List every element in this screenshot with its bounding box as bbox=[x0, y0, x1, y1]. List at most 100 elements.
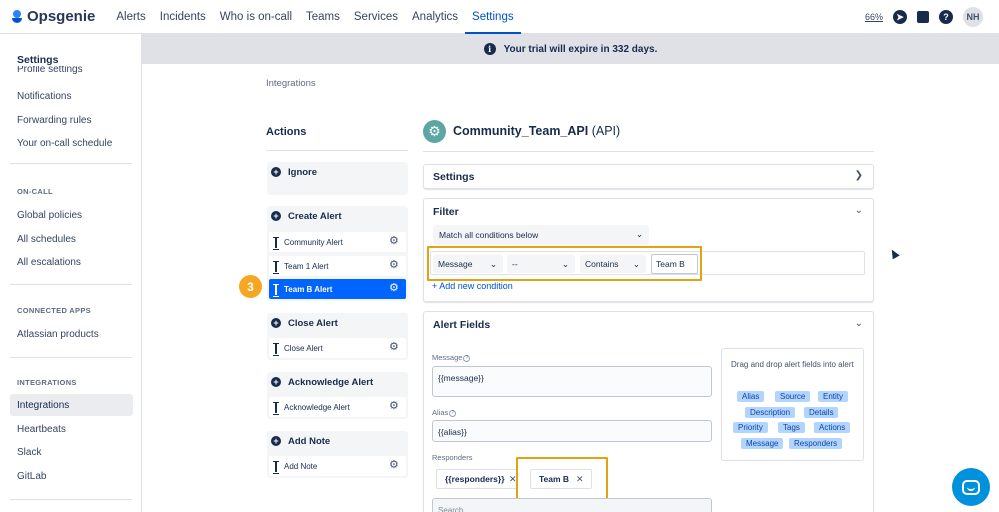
drag-handle-icon[interactable] bbox=[273, 283, 279, 297]
responders-search-input[interactable]: Search... bbox=[432, 498, 712, 512]
sidebar-item-gitlab[interactable]: GitLab bbox=[17, 471, 46, 482]
sidebar-item-slack[interactable]: Slack bbox=[17, 447, 41, 458]
sidebar-divider bbox=[10, 163, 132, 164]
nav-incidents[interactable]: Incidents bbox=[153, 0, 213, 34]
action-item-add-note[interactable]: Add Note ⚙ bbox=[269, 456, 406, 476]
breadcrumb[interactable]: Integrations bbox=[266, 78, 316, 89]
drag-handle-icon[interactable] bbox=[273, 401, 279, 415]
action-item-community-alert[interactable]: Community Alert ⚙ bbox=[269, 232, 406, 252]
nav-right-tools: 66% ➤ ? NH bbox=[865, 0, 983, 34]
gear-icon[interactable]: ⚙ bbox=[389, 401, 400, 412]
help-icon[interactable]: ? bbox=[463, 354, 471, 362]
sidebar-item-on-call-schedule[interactable]: Your on-call schedule bbox=[17, 138, 112, 149]
sidebar-item-integrations[interactable]: Integrations bbox=[17, 400, 69, 411]
mouse-cursor-icon bbox=[888, 247, 900, 260]
filter-card-title: Filter bbox=[433, 206, 459, 218]
sidebar-item-all-escalations[interactable]: All escalations bbox=[17, 257, 81, 268]
responder-tag-responders[interactable]: {{responders}} ✕ bbox=[436, 469, 518, 489]
field-pill-alias[interactable]: Alias bbox=[737, 391, 765, 402]
sidebar-item-global-policies[interactable]: Global policies bbox=[17, 210, 82, 221]
field-pill-responders[interactable]: Responders bbox=[789, 438, 843, 449]
alias-field[interactable]: {{alias}} bbox=[432, 420, 712, 442]
field-pill-actions[interactable]: Actions bbox=[814, 422, 851, 433]
drag-handle-icon[interactable] bbox=[273, 342, 279, 356]
gear-icon[interactable]: ⚙ bbox=[389, 342, 400, 353]
field-pill-entity[interactable]: Entity bbox=[818, 391, 849, 402]
match-conditions-value: Match all conditions below bbox=[439, 230, 539, 240]
nav-alerts[interactable]: Alerts bbox=[109, 0, 152, 34]
field-pill-priority[interactable]: Priority bbox=[733, 422, 768, 433]
drag-drop-fields-panel: Drag and drop alert fields into alert Al… bbox=[721, 348, 864, 461]
action-item-label: Team 1 Alert bbox=[284, 261, 329, 271]
chevron-right-icon[interactable]: ❯ bbox=[855, 170, 863, 181]
add-action-icon[interactable]: + bbox=[271, 318, 281, 328]
gear-icon[interactable]: ⚙ bbox=[389, 283, 400, 294]
add-new-condition-link[interactable]: + Add new condition bbox=[432, 281, 513, 291]
sidebar-item-forwarding-rules[interactable]: Forwarding rules bbox=[17, 115, 91, 126]
chevron-down-icon[interactable]: ⌄ bbox=[855, 205, 863, 216]
action-group-label: Close Alert bbox=[288, 317, 338, 329]
action-item-close-alert[interactable]: Close Alert ⚙ bbox=[269, 338, 406, 358]
action-group-header[interactable]: + Create Alert bbox=[267, 206, 408, 226]
trial-banner-text: Your trial will expire in 332 days. bbox=[503, 43, 658, 55]
sidebar-item-notifications[interactable]: Notifications bbox=[17, 91, 71, 102]
gear-icon[interactable]: ⚙ bbox=[389, 460, 400, 471]
help-icon[interactable]: ? bbox=[449, 409, 457, 417]
compass-icon[interactable]: ➤ bbox=[893, 10, 907, 24]
action-group-ignore: + Ignore bbox=[267, 162, 408, 195]
drag-handle-icon[interactable] bbox=[273, 236, 279, 250]
action-item-acknowledge-alert[interactable]: Acknowledge Alert ⚙ bbox=[269, 397, 406, 417]
integration-title: Community_Team_API (API) bbox=[453, 124, 620, 138]
field-pill-source[interactable]: Source bbox=[775, 391, 811, 402]
book-icon[interactable] bbox=[917, 11, 929, 23]
sidebar-item-all-schedules[interactable]: All schedules bbox=[17, 234, 76, 245]
sidebar-title: Settings bbox=[17, 54, 59, 66]
add-action-icon[interactable]: + bbox=[271, 167, 281, 177]
opsgenie-logo[interactable]: Opsgenie bbox=[12, 8, 95, 25]
gear-icon[interactable]: ⚙ bbox=[389, 236, 400, 247]
field-pill-tags[interactable]: Tags bbox=[778, 422, 805, 433]
match-conditions-select[interactable]: Match all conditions below ⌄ bbox=[433, 225, 649, 245]
actions-divider bbox=[266, 150, 408, 151]
sidebar-item-heartbeats[interactable]: Heartbeats bbox=[17, 424, 66, 435]
nav-who-is-on-call[interactable]: Who is on-call bbox=[213, 0, 299, 34]
trial-banner: i Your trial will expire in 332 days. bbox=[142, 34, 999, 64]
sidebar-divider bbox=[10, 284, 132, 285]
actions-title: Actions bbox=[266, 126, 307, 138]
field-pill-description[interactable]: Description bbox=[745, 407, 796, 418]
alias-field-label: Alias? bbox=[432, 408, 457, 417]
nav-teams[interactable]: Teams bbox=[299, 0, 347, 34]
action-item-team-b-alert[interactable]: Team B Alert ⚙ bbox=[269, 279, 406, 299]
add-action-icon[interactable]: + bbox=[271, 377, 281, 387]
sidebar-item-profile-settings[interactable]: Profile settings bbox=[17, 66, 83, 74]
add-action-icon[interactable]: + bbox=[271, 436, 281, 446]
zoom-level[interactable]: 66% bbox=[865, 12, 883, 22]
nav-settings[interactable]: Settings bbox=[465, 0, 521, 34]
nav-analytics[interactable]: Analytics bbox=[405, 0, 465, 34]
action-group-header[interactable]: + Acknowledge Alert bbox=[267, 372, 408, 392]
chat-support-button[interactable] bbox=[952, 468, 990, 506]
gear-icon[interactable]: ⚙ bbox=[389, 260, 400, 271]
action-group-header[interactable]: + Close Alert bbox=[267, 313, 408, 333]
action-item-team-1-alert[interactable]: Team 1 Alert ⚙ bbox=[269, 256, 406, 276]
action-group-header[interactable]: + Ignore bbox=[267, 162, 408, 182]
chevron-down-icon[interactable]: ⌄ bbox=[855, 318, 863, 329]
drag-handle-icon[interactable] bbox=[273, 460, 279, 474]
condition-highlight-box bbox=[427, 246, 702, 281]
sidebar-item-atlassian-products[interactable]: Atlassian products bbox=[17, 329, 99, 340]
add-action-icon[interactable]: + bbox=[271, 211, 281, 221]
field-pill-message[interactable]: Message bbox=[741, 438, 784, 449]
settings-sidebar: Settings Profile settings Notifications … bbox=[0, 34, 142, 512]
action-group-label: Acknowledge Alert bbox=[288, 376, 374, 388]
action-group-header[interactable]: + Add Note bbox=[267, 431, 408, 451]
nav-services[interactable]: Services bbox=[347, 0, 405, 34]
help-icon[interactable]: ? bbox=[939, 10, 953, 24]
field-pill-details[interactable]: Details bbox=[804, 407, 839, 418]
settings-card[interactable]: Settings ❯ bbox=[423, 164, 874, 189]
drag-handle-icon[interactable] bbox=[273, 260, 279, 274]
alert-fields-card-title: Alert Fields bbox=[433, 319, 491, 331]
action-group-label: Add Note bbox=[288, 435, 331, 447]
avatar[interactable]: NH bbox=[963, 7, 983, 27]
integration-divider bbox=[423, 151, 874, 152]
message-field[interactable]: {{message}} bbox=[432, 366, 712, 397]
